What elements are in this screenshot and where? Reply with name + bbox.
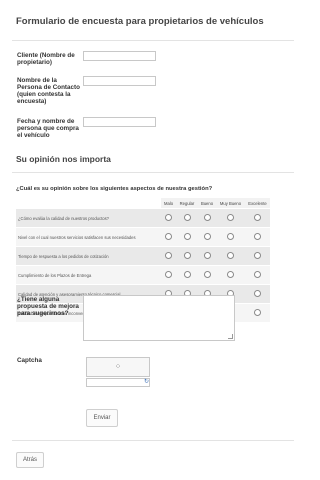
radio-malo[interactable] xyxy=(165,271,172,279)
cliente-label: Cliente (Nombre de propietario) xyxy=(17,52,75,66)
col-header-muy-bueno: Muy Bueno xyxy=(216,198,245,208)
matrix-row: Tiempo de respuesta a los pedidos de cot… xyxy=(16,246,270,265)
matrix-row-label: Cumplimiento de los Plazos de Entrega xyxy=(16,265,161,284)
submit-button[interactable]: Enviar xyxy=(86,409,118,427)
radio-excelente[interactable] xyxy=(254,233,261,241)
radio-muy-bueno[interactable] xyxy=(227,214,234,222)
radio-malo[interactable] xyxy=(165,252,172,260)
matrix-row: ¿Cómo evalúa la calidad de nuestros prod… xyxy=(16,208,270,227)
radio-bueno[interactable] xyxy=(203,214,211,222)
divider xyxy=(12,40,294,41)
radio-excelente[interactable] xyxy=(254,309,261,317)
form-title: Formulario de encuesta para propietarios… xyxy=(16,16,264,27)
col-header-malo: Malo xyxy=(161,198,176,208)
suggestion-textarea[interactable] xyxy=(83,295,235,341)
cliente-input[interactable] xyxy=(83,51,156,61)
fecha-input[interactable] xyxy=(83,117,156,127)
radio-excelente[interactable] xyxy=(254,290,261,298)
radio-regular[interactable] xyxy=(183,252,191,260)
fecha-label: Fecha y nombre de persona que compra el … xyxy=(17,118,79,139)
divider xyxy=(12,440,294,441)
col-header-bueno: Bueno xyxy=(198,198,216,208)
radio-excelente[interactable] xyxy=(254,271,261,279)
captcha-label: Captcha xyxy=(17,357,42,364)
radio-muy-bueno[interactable] xyxy=(227,233,234,241)
radio-muy-bueno[interactable] xyxy=(227,271,234,279)
refresh-icon[interactable]: ↻ xyxy=(144,378,149,387)
col-header-regular: Regular xyxy=(176,198,198,208)
captcha-input[interactable]: ↻ xyxy=(86,378,150,387)
suggestion-label: ¿Tiene alguna propuesta de mejora para s… xyxy=(17,296,79,317)
back-button[interactable]: Atrás xyxy=(16,452,44,468)
resize-handle-icon[interactable] xyxy=(228,334,233,339)
captcha-image: ⁘ xyxy=(86,357,150,377)
radio-muy-bueno[interactable] xyxy=(227,252,234,260)
matrix-row: Nivel con el cual nuestros servicios sat… xyxy=(16,227,270,246)
radio-malo[interactable] xyxy=(165,233,172,241)
contacto-input[interactable] xyxy=(83,76,156,86)
matrix-question: ¿Cuál es su opinión sobre los siguientes… xyxy=(16,186,213,192)
divider xyxy=(12,172,294,173)
matrix-row: Cumplimiento de los Plazos de Entrega xyxy=(16,265,270,284)
matrix-row-label: Nivel con el cual nuestros servicios sat… xyxy=(16,227,161,246)
matrix-corner xyxy=(16,198,161,208)
matrix-row-label: Tiempo de respuesta a los pedidos de cot… xyxy=(16,246,161,265)
radio-bueno[interactable] xyxy=(203,252,211,260)
radio-bueno[interactable] xyxy=(203,271,211,279)
matrix-row-label: ¿Cómo evalúa la calidad de nuestros prod… xyxy=(16,208,161,227)
radio-malo[interactable] xyxy=(165,214,172,222)
loading-spinner-icon: ⁘ xyxy=(114,362,122,371)
radio-regular[interactable] xyxy=(183,271,191,279)
contacto-label: Nombre de la Persona de Contacto (quien … xyxy=(17,77,80,105)
radio-excelente[interactable] xyxy=(254,214,261,222)
section-title: Su opinión nos importa xyxy=(16,154,111,164)
radio-excelente[interactable] xyxy=(254,252,261,260)
col-header-excelente: Excelente xyxy=(245,198,270,208)
radio-bueno[interactable] xyxy=(203,233,211,241)
radio-regular[interactable] xyxy=(183,214,191,222)
radio-regular[interactable] xyxy=(183,233,191,241)
